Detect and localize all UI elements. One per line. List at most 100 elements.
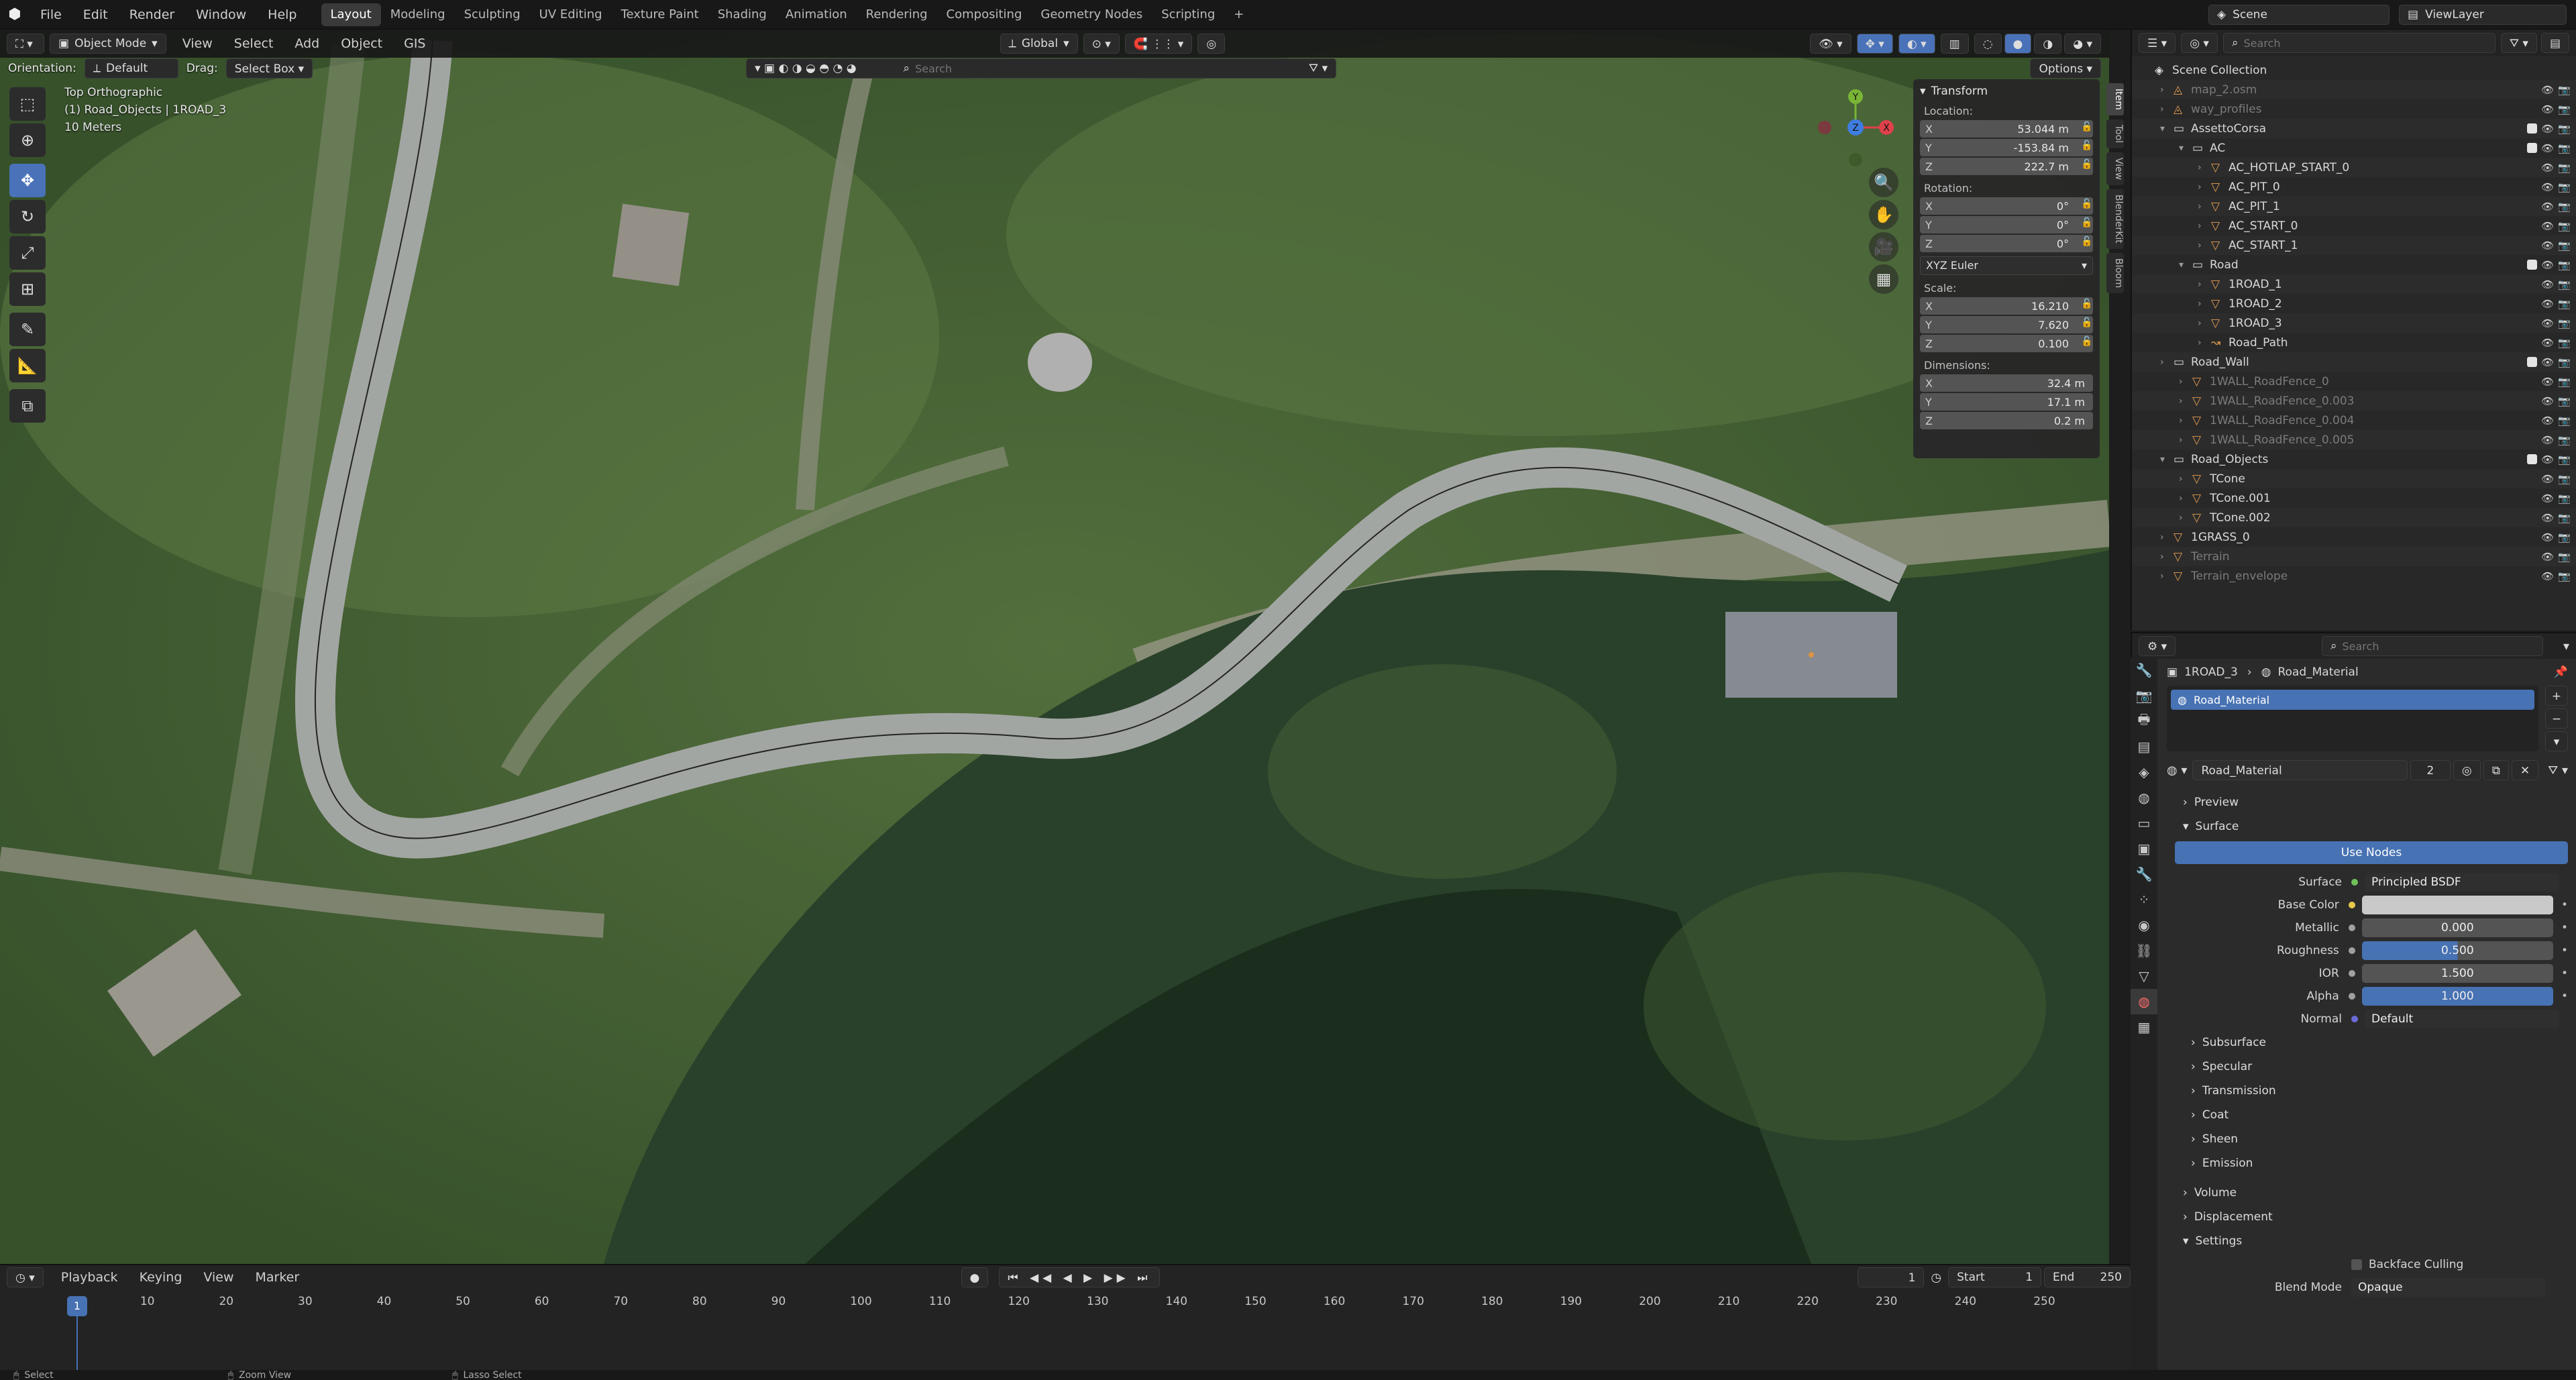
camera-icon[interactable]: 📷 bbox=[2558, 142, 2571, 154]
lock-icon[interactable]: 🔓 bbox=[2080, 299, 2094, 313]
eye-icon[interactable]: 👁 bbox=[2541, 317, 2554, 329]
location-x-field[interactable]: X 53.044 m 🔓 bbox=[1920, 120, 2093, 138]
eye-icon[interactable]: 👁 bbox=[2541, 512, 2554, 524]
include-checkbox[interactable] bbox=[2527, 260, 2538, 270]
preview-section[interactable]: › Preview bbox=[2167, 790, 2568, 814]
camera-icon[interactable]: 📷 bbox=[2558, 162, 2571, 174]
outliner-row[interactable]: ▾ ▭ AC 👁 📷 bbox=[2132, 138, 2576, 158]
outliner-row[interactable]: › ▽ TCone.002 👁 📷 bbox=[2132, 508, 2576, 527]
texture-tab-icon[interactable]: ▦ bbox=[2131, 1014, 2157, 1040]
panel-collapse-icon[interactable]: ▾ bbox=[1920, 85, 1926, 98]
material-field-value[interactable]: 0.000 bbox=[2361, 918, 2553, 937]
outliner-row[interactable]: › ◬ way_profiles 👁 📷 bbox=[2132, 99, 2576, 119]
blender-logo-icon[interactable]: ⬢ bbox=[0, 6, 30, 23]
chevron-right-icon[interactable]: › bbox=[2179, 376, 2192, 387]
dimensions-y-field[interactable]: Y 17.1 m bbox=[1920, 393, 2093, 411]
render-tab-icon[interactable]: 📷 bbox=[2131, 683, 2157, 708]
eye-icon[interactable]: 👁 bbox=[2541, 531, 2554, 543]
eye-icon[interactable]: 👁 bbox=[2541, 376, 2554, 388]
surface-section[interactable]: ▾ Surface bbox=[2167, 814, 2568, 839]
outliner-row[interactable]: › ▽ AC_HOTLAP_START_0 👁 📷 bbox=[2132, 158, 2576, 177]
chevron-right-icon[interactable]: › bbox=[2179, 493, 2192, 504]
workspace-tab-animation[interactable]: Animation bbox=[776, 3, 857, 26]
outliner-row[interactable]: › ▽ Terrain_envelope 👁 📷 bbox=[2132, 566, 2576, 586]
data-tab-icon[interactable]: ▽ bbox=[2131, 963, 2157, 989]
material-field-value[interactable] bbox=[2361, 896, 2553, 914]
particles-tab-icon[interactable]: ⁘ bbox=[2131, 887, 2157, 912]
outliner-row[interactable]: › ▽ 1ROAD_3 👁 📷 bbox=[2132, 313, 2576, 333]
outliner-row[interactable]: › ↝ Road_Path 👁 📷 bbox=[2132, 333, 2576, 352]
rotation-x-field[interactable]: X 0° 🔓 bbox=[1920, 197, 2093, 215]
subsection-specular[interactable]: › Specular bbox=[2167, 1055, 2568, 1079]
chevron-right-icon[interactable]: › bbox=[2160, 551, 2174, 562]
add-slot-icon[interactable]: + bbox=[2545, 686, 2568, 706]
chevron-down-icon[interactable]: › bbox=[2160, 357, 2174, 368]
chevron-right-icon[interactable]: › bbox=[2160, 104, 2174, 115]
rotation-mode-selector[interactable]: XYZ Euler ▾ bbox=[1920, 256, 2093, 275]
view-layer-selector[interactable]: ▤ ViewLayer bbox=[2399, 4, 2567, 25]
overlay-toggle-icon[interactable]: ◐ ▾ bbox=[1898, 34, 1935, 54]
add-cube-tool-icon[interactable]: ⧉ bbox=[9, 389, 46, 423]
camera-icon[interactable]: 📷 bbox=[2558, 415, 2571, 427]
camera-icon[interactable]: 📷 bbox=[2558, 298, 2571, 310]
eye-icon[interactable]: 👁 bbox=[2541, 278, 2554, 290]
settings-section[interactable]: ▾ Settings bbox=[2167, 1229, 2568, 1253]
chevron-right-icon[interactable]: › bbox=[2198, 221, 2211, 231]
subsection-subsurface[interactable]: › Subsurface bbox=[2167, 1030, 2568, 1055]
eye-icon[interactable]: 👁 bbox=[2541, 220, 2554, 232]
camera-icon[interactable]: 📷 bbox=[2558, 512, 2571, 524]
add-workspace-icon[interactable]: + bbox=[1224, 3, 1253, 26]
outliner-row[interactable]: › ▭ Road_Wall 👁 📷 bbox=[2132, 352, 2576, 372]
include-checkbox[interactable] bbox=[2527, 357, 2538, 367]
chevron-right-icon[interactable]: › bbox=[2198, 318, 2211, 329]
outliner-row[interactable]: › ▽ TCone.001 👁 📷 bbox=[2132, 488, 2576, 508]
eye-icon[interactable]: 👁 bbox=[2541, 473, 2554, 485]
chevron-right-icon[interactable]: › bbox=[2179, 396, 2192, 407]
gizmo-toggle-icon[interactable]: ✥ ▾ bbox=[1856, 34, 1893, 54]
chevron-right-icon[interactable]: › bbox=[2198, 182, 2211, 193]
keyframe-icon[interactable]: • bbox=[2561, 921, 2568, 935]
keyframe-icon[interactable]: • bbox=[2561, 990, 2568, 1003]
outliner-search-box[interactable]: ⌕ bbox=[2222, 33, 2496, 53]
pin-icon[interactable]: 📌 bbox=[2554, 666, 2568, 679]
lock-icon[interactable]: 🔓 bbox=[2080, 159, 2094, 174]
filter-object-types-icon[interactable]: ▾ ▣ ◐ ◑ ◒ ◓ ◔ ◕ bbox=[755, 58, 856, 78]
outliner-row[interactable]: › ▽ Terrain 👁 📷 bbox=[2132, 547, 2576, 566]
outliner-row[interactable]: › ▽ 1GRASS_0 👁 📷 bbox=[2132, 527, 2576, 547]
socket-icon[interactable] bbox=[2348, 947, 2355, 954]
properties-editor-type-icon[interactable]: ⚙ ▾ bbox=[2139, 636, 2176, 656]
camera-icon[interactable]: 📷 bbox=[2558, 570, 2571, 582]
lock-icon[interactable]: 🔓 bbox=[2080, 336, 2094, 351]
outliner-row[interactable]: › ▽ AC_PIT_0 👁 📷 bbox=[2132, 177, 2576, 197]
chevron-right-icon[interactable]: › bbox=[2160, 532, 2174, 543]
sidebar-tab-blenderkit[interactable]: BlenderKit bbox=[2106, 189, 2124, 250]
eye-icon[interactable]: 👁 bbox=[2541, 434, 2554, 446]
remove-slot-icon[interactable]: − bbox=[2545, 708, 2568, 729]
viewport-menu-select[interactable]: Select bbox=[223, 29, 284, 58]
camera-icon[interactable]: 📷 bbox=[2558, 454, 2571, 466]
user-count[interactable]: 2 bbox=[2410, 760, 2451, 780]
menu-file[interactable]: File bbox=[30, 0, 72, 30]
viewport-menu-add[interactable]: Add bbox=[284, 29, 330, 58]
menu-help[interactable]: Help bbox=[257, 0, 307, 30]
camera-icon[interactable]: 📷 bbox=[2558, 434, 2571, 446]
workspace-tab-sculpting[interactable]: Sculpting bbox=[455, 3, 530, 26]
rotate-tool-icon[interactable]: ↻ bbox=[9, 200, 46, 233]
material-field-value[interactable]: 1.500 bbox=[2361, 964, 2553, 983]
workspace-tab-compositing[interactable]: Compositing bbox=[937, 3, 1032, 26]
cursor-tool-icon[interactable]: ⊕ bbox=[9, 123, 46, 157]
proportional-edit-icon[interactable]: ◎ bbox=[1197, 34, 1226, 54]
chevron-right-icon[interactable]: › bbox=[2179, 435, 2192, 445]
material-tab-icon[interactable]: ◍ bbox=[2131, 989, 2157, 1014]
object-tab-icon[interactable]: ▣ bbox=[2131, 836, 2157, 861]
workspace-tab-layout[interactable]: Layout bbox=[321, 3, 381, 26]
world-tab-icon[interactable]: ◍ bbox=[2131, 785, 2157, 810]
socket-icon[interactable] bbox=[2351, 1016, 2358, 1022]
camera-icon[interactable]: 📷 bbox=[2558, 259, 2571, 271]
zoom-icon[interactable]: 🔍 bbox=[1869, 168, 1898, 197]
rotation-z-field[interactable]: Z 0° 🔓 bbox=[1920, 235, 2093, 252]
camera-icon[interactable]: 📷 bbox=[2558, 551, 2571, 563]
filter-icon[interactable]: ⛛ ▾ bbox=[2548, 763, 2568, 778]
camera-icon[interactable]: 🎥 bbox=[1869, 232, 1898, 262]
eye-icon[interactable]: 👁 bbox=[2541, 259, 2554, 271]
